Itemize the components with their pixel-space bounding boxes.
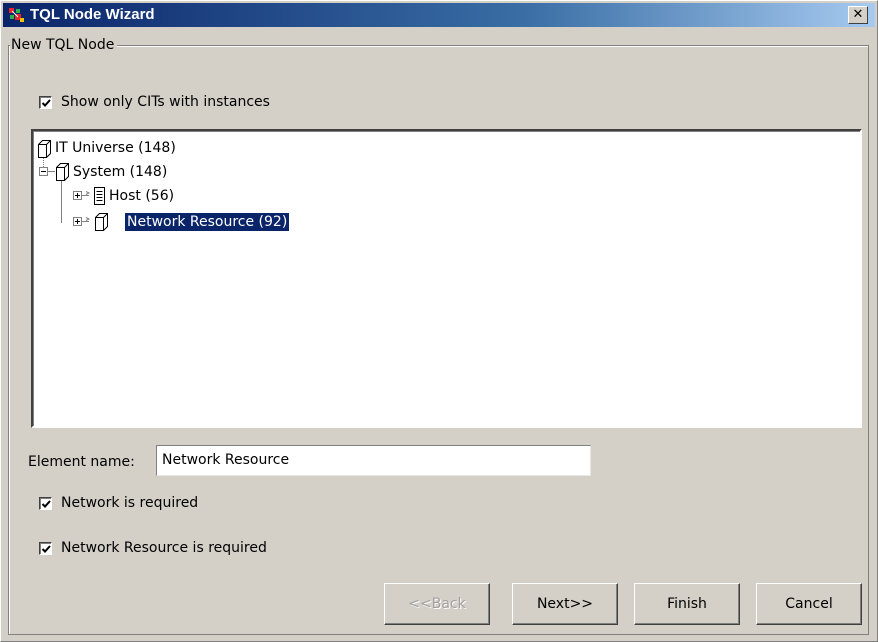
checkbox-label: Network is required — [61, 495, 199, 511]
group-legend: New TQL Node — [10, 36, 118, 54]
close-icon: ✕ — [852, 7, 864, 22]
finish-button[interactable]: Finish — [634, 583, 740, 625]
title-bar[interactable]: TQL Node Wizard ✕ — [3, 3, 875, 27]
tql-app-icon — [9, 8, 24, 22]
checkbox-label: Network Resource is required — [61, 540, 267, 556]
element-name-label: Element name: — [28, 454, 135, 470]
checkmark-icon — [41, 98, 51, 107]
close-button[interactable]: ✕ — [848, 6, 868, 24]
show-only-cits-checkbox[interactable]: Show only CITs with instances — [39, 94, 270, 110]
tree-item-it-universe[interactable]: IT Universe (148) — [55, 139, 176, 157]
element-name-input[interactable]: Network Resource — [156, 445, 591, 476]
box-icon — [95, 213, 108, 231]
checkbox-label: Show only CITs with instances — [61, 94, 270, 110]
server-icon — [94, 187, 105, 205]
network-required-checkbox[interactable]: Network is required — [39, 495, 198, 511]
next-button[interactable]: Next>> — [512, 583, 618, 625]
checkmark-icon — [41, 499, 51, 508]
cit-tree[interactable]: IT Universe (148) System (148) Host (56)… — [31, 129, 862, 428]
box-icon — [56, 163, 69, 181]
window-title: TQL Node Wizard — [30, 6, 155, 23]
expand-icon — [73, 191, 82, 200]
back-button[interactable]: <<Back — [384, 583, 490, 625]
tree-item-network-resource[interactable]: Network Resource (92) — [123, 212, 291, 232]
collapse-icon — [39, 167, 48, 176]
network-resource-required-checkbox[interactable]: Network Resource is required — [39, 540, 267, 556]
checkmark-icon — [41, 544, 51, 553]
tree-item-host[interactable]: Host (56) — [109, 187, 174, 205]
cancel-button[interactable]: Cancel — [756, 583, 862, 625]
tree-item-system[interactable]: System (148) — [73, 163, 167, 181]
checkbox-box[interactable] — [39, 496, 52, 510]
checkbox-box[interactable] — [39, 541, 52, 555]
wizard-window: TQL Node Wizard ✕ New TQL Node Show only… — [0, 0, 878, 642]
box-icon — [38, 140, 51, 158]
checkbox-box[interactable] — [39, 95, 52, 109]
expand-icon — [73, 217, 82, 226]
